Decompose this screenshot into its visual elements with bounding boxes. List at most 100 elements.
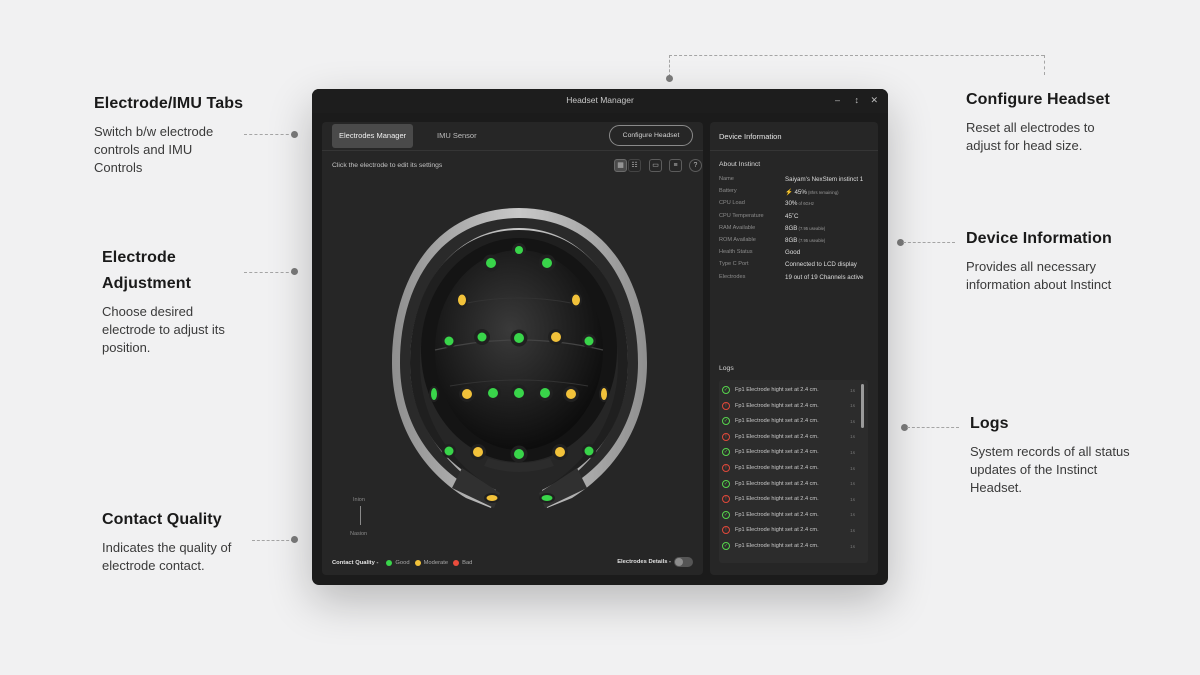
good-dot-icon (386, 560, 393, 566)
electrode[interactable] (459, 386, 475, 402)
tab-imu-sensor[interactable]: IMU Sensor (430, 124, 484, 148)
log-text: Fp1 Electrode hight set at 2.4 cm. (735, 402, 819, 409)
hint-text: Click the electrode to edit its settings (332, 162, 443, 169)
electrode[interactable] (484, 493, 500, 503)
electrode[interactable] (510, 384, 528, 402)
legend-bad: Bad (462, 560, 473, 566)
callout-title: Logs (970, 415, 1009, 432)
info-value: 30% of 6GHz (785, 200, 814, 208)
info-note: (7.95 useable) (797, 225, 826, 231)
electrode[interactable] (548, 329, 564, 345)
success-check-icon: ✓ (722, 386, 730, 394)
log-entry: ! Fp1 Electrode hight set at 2.4 cm. 1s (722, 461, 855, 475)
electrode[interactable] (474, 329, 490, 345)
callout-desc: Provides all necessary information about… (966, 259, 1112, 292)
log-entry: ✓ Fp1 Electrode hight set at 2.4 cm. 1s (722, 383, 855, 397)
info-row: Battery ⚡ 45% (8hrs remaining) (719, 188, 874, 198)
callout-electrode-adjustment: Electrode Adjustment Choose desired elec… (102, 245, 252, 357)
connector-line (669, 55, 1044, 56)
callout-title: Device Information (966, 230, 1112, 247)
electrode[interactable] (442, 334, 456, 348)
headset-manager-window: Headset Manager – ↕ ✕ Electrodes Manager… (312, 89, 888, 585)
logs-list[interactable]: ✓ Fp1 Electrode hight set at 2.4 cm. 1s! Fp… (719, 380, 868, 563)
log-entry: ✓ Fp1 Electrode hight set at 2.4 cm. 1s (722, 508, 855, 522)
log-time: 1s (850, 465, 855, 471)
headset-illustration (392, 208, 647, 508)
info-row: Name Saiyam's NexStem instinct 1 (719, 176, 874, 186)
logs-scrollbar[interactable] (861, 384, 864, 428)
title-bar: Headset Manager – ↕ ✕ (312, 89, 888, 113)
legend-moderate: Moderate (423, 560, 449, 566)
info-row: Electrodes 19 out of 19 Channels active (719, 274, 874, 284)
electrode[interactable] (429, 386, 439, 402)
info-value: Good (785, 249, 801, 257)
log-time: 1s (850, 512, 855, 518)
electrode[interactable] (482, 254, 500, 272)
callout-configure-headset: Configure Headset Reset all electrodes t… (966, 87, 1156, 155)
legend-good: Good (395, 560, 410, 566)
log-entry: ✓ Fp1 Electrode hight set at 2.4 cm. 1s (722, 414, 855, 428)
electrode-details-toggle[interactable] (674, 557, 693, 567)
tab-electrodes-manager[interactable]: Electrodes Manager (332, 124, 414, 148)
electrode[interactable] (510, 445, 528, 463)
log-time: 1s (850, 527, 855, 533)
electrode[interactable] (510, 329, 528, 347)
electrode[interactable] (512, 243, 526, 257)
contact-quality-legend: Contact Quality - Good Moderate Bad (332, 560, 472, 566)
log-entry: ! Fp1 Electrode hight set at 2.4 cm. 1s (722, 523, 855, 537)
axis-label-inion: Inion (353, 497, 365, 503)
log-text: Fp1 Electrode hight set at 2.4 cm. (735, 433, 819, 440)
info-row: CPU Load 30% of 6GHz (719, 200, 874, 210)
connector-line (669, 55, 670, 77)
electrode[interactable] (539, 493, 555, 503)
resize-icon[interactable]: ↕ (855, 94, 860, 106)
close-icon[interactable]: ✕ (870, 94, 878, 106)
success-check-icon: ✓ (722, 510, 730, 519)
info-value: 19 out of 19 Channels active (785, 273, 864, 281)
minimize-icon[interactable]: – (835, 94, 840, 106)
success-check-icon: ✓ (722, 448, 730, 457)
electrode[interactable] (582, 334, 596, 348)
electrode[interactable] (537, 385, 553, 401)
info-value: 45˚C (785, 212, 799, 220)
electrode[interactable] (442, 444, 456, 458)
error-alert-icon: ! (722, 401, 730, 410)
connector-line (244, 134, 294, 135)
log-text: Fp1 Electrode hight set at 2.4 cm. (735, 387, 819, 393)
monitor-icon[interactable]: ▭ (649, 159, 662, 172)
log-entry: ! Fp1 Electrode hight set at 2.4 cm. 1s (722, 399, 855, 413)
axis-label-nasion: Nasion (350, 531, 368, 537)
electrode[interactable] (456, 292, 468, 308)
electrode[interactable] (570, 292, 582, 308)
callout-title: Configure Headset (966, 91, 1110, 108)
electrode[interactable] (552, 444, 568, 460)
help-icon[interactable]: ? (689, 159, 702, 172)
grid-view-icon[interactable]: ▦ (614, 159, 627, 172)
info-key: Type C Port (719, 261, 749, 268)
electrode[interactable] (485, 385, 501, 401)
axis-line (360, 506, 361, 525)
info-note: of 6GHz (797, 201, 814, 207)
info-key: Battery (719, 188, 737, 195)
electrode[interactable] (582, 444, 596, 458)
electrode[interactable] (563, 386, 579, 402)
connector-dot (666, 75, 673, 82)
electrode-panel: Electrodes Manager IMU Sensor Configure … (322, 122, 703, 575)
error-alert-icon: ! (722, 526, 730, 535)
log-text: Fp1 Electrode hight set at 2.4 cm. (735, 496, 819, 503)
log-text: Fp1 Electrode hight set at 2.4 cm. (735, 465, 819, 471)
callout-desc: System records of all status updates of … (970, 444, 1130, 495)
configure-headset-button[interactable]: Configure Headset (609, 125, 693, 146)
electrode[interactable] (538, 254, 556, 272)
sliders-icon[interactable]: ≡ (669, 159, 682, 172)
info-key: Name (719, 176, 734, 182)
info-value: Connected to LCD display (785, 261, 857, 269)
list-view-icon[interactable]: ☷ (628, 159, 641, 172)
callout-title: Contact Quality (102, 511, 222, 528)
connector-line (252, 540, 294, 541)
electrode-details-label: Electrodes Details - (617, 559, 671, 565)
info-value: ⚡ 45% (8hrs remaining) (785, 189, 839, 197)
log-time: 1s (850, 387, 855, 393)
electrode[interactable] (470, 444, 486, 460)
electrode[interactable] (599, 386, 609, 402)
